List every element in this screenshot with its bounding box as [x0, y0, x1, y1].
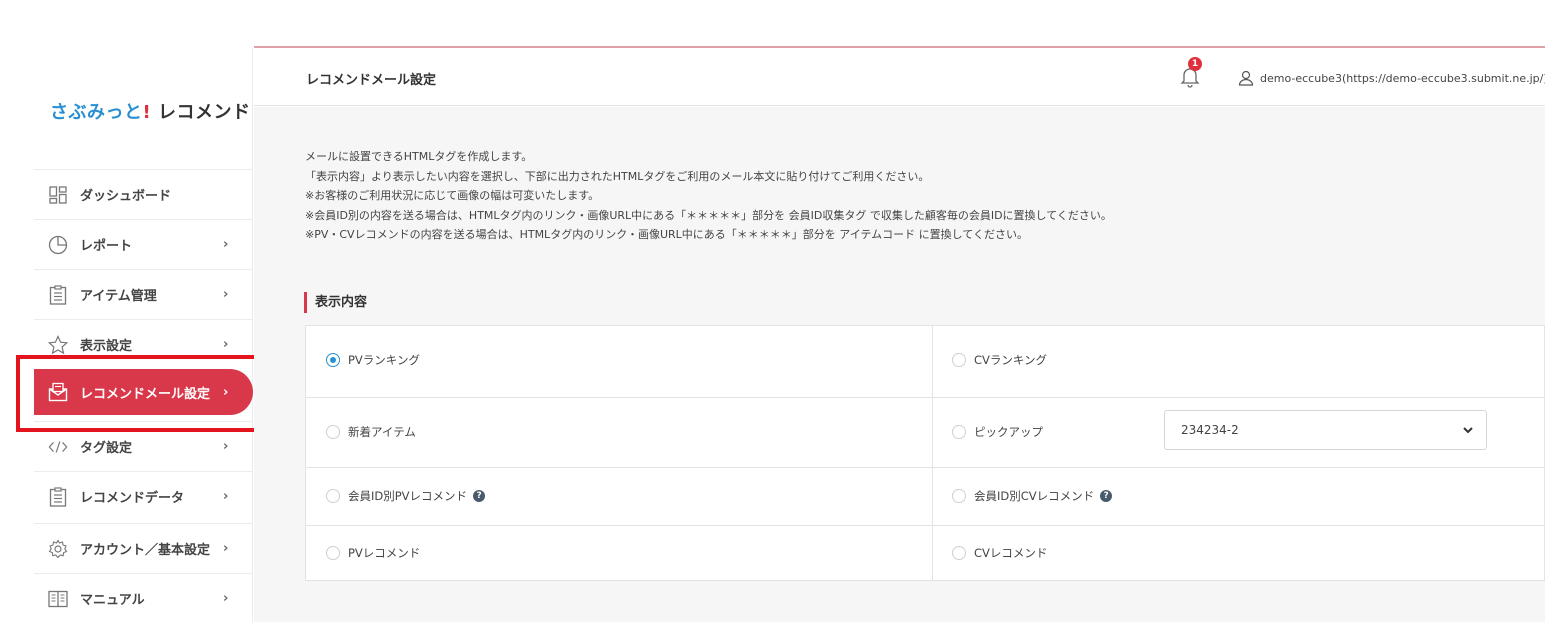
pickup-select[interactable]: 234234-2	[1164, 410, 1487, 450]
highlight-annotation-box	[16, 355, 262, 432]
radio-icon[interactable]	[952, 425, 966, 439]
sidebar-item-manual[interactable]: マニュアル ›	[34, 573, 253, 622]
dashboard-icon	[48, 185, 68, 205]
app-logo[interactable]: さぶみっと! レコメンド	[50, 98, 251, 124]
chevron-right-icon: ›	[223, 541, 229, 556]
sidebar-item-report[interactable]: レポート ›	[34, 219, 253, 269]
star-icon	[48, 334, 68, 355]
chevron-right-icon: ›	[223, 591, 229, 606]
code-icon	[48, 437, 68, 457]
chevron-right-icon: ›	[223, 287, 229, 302]
option-cv-ranking[interactable]: CVランキング	[952, 352, 1047, 368]
clipboard-icon	[48, 486, 68, 507]
page-title: レコメンドメール設定	[306, 73, 437, 88]
option-pv-ranking[interactable]: PVランキング	[326, 352, 420, 368]
notification-badge: 1	[1188, 57, 1202, 71]
chevron-right-icon: ›	[223, 439, 229, 454]
radio-selected-icon[interactable]	[326, 353, 340, 367]
chevron-down-icon	[1462, 424, 1474, 436]
radio-icon[interactable]	[952, 546, 966, 560]
options-row: 新着アイテム ピックアップ 234234-2	[306, 397, 1544, 467]
sidebar-item-label: アカウント／基本設定	[80, 543, 211, 558]
help-icon[interactable]: ?	[1100, 490, 1113, 502]
sidebar-item-dashboard[interactable]: ダッシュボード	[34, 169, 253, 219]
chevron-right-icon: ›	[223, 337, 229, 352]
option-member-cv-recommend[interactable]: 会員ID別CVレコメンド ?	[952, 488, 1113, 504]
sidebar-item-label: ダッシュボード	[80, 189, 172, 204]
display-content-options: PVランキング CVランキング 新着アイテム ピックアップ 234234-2 会…	[305, 325, 1545, 581]
user-account-menu[interactable]: demo-eccube3(https://demo-eccube3.submit…	[1238, 70, 1545, 86]
main-content: メールに設置できるHTMLタグを作成します。 「表示内容」より表示したい内容を選…	[254, 107, 1545, 622]
option-cv-recommend[interactable]: CVレコメンド	[952, 545, 1047, 561]
option-pickup[interactable]: ピックアップ	[952, 424, 1043, 440]
pickup-select-value: 234234-2	[1181, 423, 1239, 437]
user-icon	[1238, 70, 1254, 86]
top-header: レコメンドメール設定 1 demo-eccube3(https://demo-e…	[254, 48, 1545, 106]
sidebar-item-label: レポート	[80, 239, 133, 254]
options-row: 会員ID別PVレコメンド ? 会員ID別CVレコメンド ?	[306, 467, 1544, 525]
chevron-right-icon: ›	[223, 237, 229, 252]
radio-icon[interactable]	[952, 353, 966, 367]
clipboard-icon	[48, 284, 68, 305]
options-row: PVランキング CVランキング	[306, 326, 1544, 397]
section-title: 表示内容	[304, 292, 367, 313]
option-member-pv-recommend[interactable]: 会員ID別PVレコメンド ?	[326, 488, 486, 504]
sidebar-item-item-management[interactable]: アイテム管理 ›	[34, 269, 253, 319]
report-pie-icon	[48, 235, 68, 255]
user-name: demo-eccube3(https://demo-eccube3.submit…	[1260, 71, 1545, 85]
radio-icon[interactable]	[952, 489, 966, 503]
sidebar: さぶみっと! レコメンド ダッシュボード レポート › アイテム管理 › 表示設…	[34, 48, 253, 622]
options-row: PVレコメンド CVレコメンド	[306, 525, 1544, 581]
sidebar-item-label: アイテム管理	[80, 289, 157, 304]
radio-icon[interactable]	[326, 546, 340, 560]
sidebar-item-account-settings[interactable]: アカウント／基本設定 ›	[34, 523, 253, 573]
sidebar-item-label: マニュアル	[80, 593, 145, 608]
radio-icon[interactable]	[326, 489, 340, 503]
sidebar-item-label: 表示設定	[80, 339, 133, 354]
sidebar-item-recommend-data[interactable]: レコメンドデータ ›	[34, 471, 253, 521]
sidebar-item-label: タグ設定	[80, 441, 133, 456]
radio-icon[interactable]	[326, 425, 340, 439]
chevron-right-icon: ›	[223, 489, 229, 504]
option-new-items[interactable]: 新着アイテム	[326, 424, 416, 440]
gear-icon	[48, 538, 68, 559]
option-pv-recommend[interactable]: PVレコメンド	[326, 545, 420, 561]
sidebar-item-label: レコメンドデータ	[80, 491, 185, 506]
book-icon	[48, 589, 68, 609]
description-text: メールに設置できるHTMLタグを作成します。 「表示内容」より表示したい内容を選…	[305, 150, 1112, 241]
help-icon[interactable]: ?	[473, 490, 486, 502]
